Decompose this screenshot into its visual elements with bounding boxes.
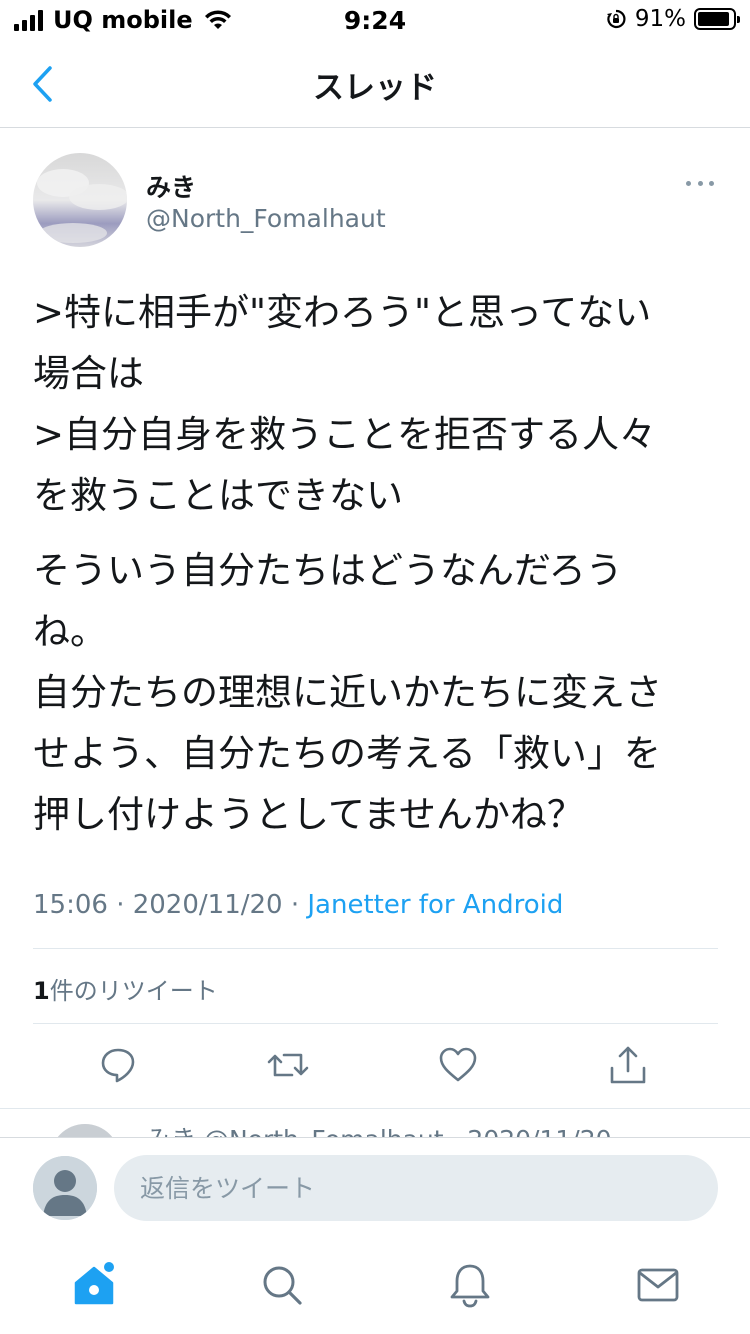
- tweet-line: 場合は: [33, 352, 144, 395]
- reply-input[interactable]: [114, 1155, 718, 1221]
- next-tweet-peek[interactable]: みき @North_Fomalhaut · 2020/11/20: [0, 1110, 750, 1138]
- retweet-button[interactable]: [266, 1043, 310, 1087]
- share-button[interactable]: [606, 1043, 650, 1087]
- tab-home[interactable]: [70, 1261, 118, 1309]
- avatar: [33, 1156, 97, 1220]
- avatar: [50, 1124, 120, 1138]
- home-icon: [74, 1262, 114, 1305]
- user-handle[interactable]: @North_Fomalhaut: [146, 204, 386, 233]
- navigation-bar: スレッド: [0, 42, 750, 128]
- tweet-line: せよう、自分たちの考える「救い」を: [33, 732, 661, 775]
- retweet-icon: [267, 1053, 309, 1077]
- tweet-line: >自分自身を救うことを拒否する人々: [33, 413, 657, 456]
- avatar-image: [33, 153, 127, 247]
- tweet-line: >特に相手が"変わろう"と思ってない: [33, 291, 652, 334]
- status-bar: UQ mobile 9:24 91%: [0, 0, 750, 42]
- heart-icon: [439, 1047, 477, 1082]
- messages-icon: [637, 1268, 679, 1302]
- tweet-line: ね。: [33, 610, 107, 653]
- status-right: 91%: [605, 6, 740, 32]
- avatar[interactable]: [33, 153, 127, 247]
- tweet-source-link[interactable]: Janetter for Android: [307, 890, 563, 920]
- more-options-icon[interactable]: [686, 176, 714, 190]
- next-tweet-header: みき @North_Fomalhaut · 2020/11/20: [146, 1120, 612, 1138]
- notifications-icon: [450, 1264, 490, 1308]
- tweet-actions: [0, 1043, 750, 1087]
- retweet-count[interactable]: 1件のリツイート: [33, 971, 218, 1006]
- tweet-text: >特に相手が"変わろう"と思ってない 場合は >自分自身を救うことを拒否する人々…: [33, 282, 723, 845]
- retweet-count-number: 1: [33, 977, 50, 1005]
- divider: [0, 1108, 750, 1109]
- battery-percentage: 91%: [634, 6, 686, 32]
- like-button[interactable]: [436, 1043, 480, 1087]
- tab-notifications[interactable]: [446, 1261, 494, 1309]
- share-icon: [610, 1046, 646, 1084]
- divider: [33, 1023, 718, 1024]
- tweet-line: そういう自分たちはどうなんだろう: [33, 549, 623, 592]
- tweet-timestamp: 15:06 · 2020/11/20 ·: [33, 890, 308, 920]
- search-icon: [263, 1266, 302, 1305]
- tweet-line: を救うことはできない: [33, 474, 403, 517]
- reply-button[interactable]: [96, 1043, 140, 1087]
- user-name[interactable]: みき: [146, 168, 196, 204]
- retweet-count-label: 件のリツイート: [49, 977, 218, 1005]
- tab-bar: [0, 1233, 750, 1334]
- tweet-line: 押し付けようとしてませんかね？: [33, 793, 584, 836]
- page-title: スレッド: [313, 70, 437, 106]
- tab-messages[interactable]: [634, 1261, 682, 1309]
- battery-fill: [698, 12, 729, 26]
- default-avatar-icon: [33, 1156, 97, 1220]
- divider: [33, 948, 718, 949]
- tab-search[interactable]: [258, 1261, 306, 1309]
- tweet-line: 自分たちの理想に近いかたちに変えさ: [33, 671, 662, 714]
- reply-composer: [0, 1137, 750, 1233]
- reply-icon: [101, 1048, 135, 1083]
- battery-icon: [694, 8, 740, 30]
- tweet-meta: 15:06 · 2020/11/20 · Janetter for Androi…: [33, 890, 563, 920]
- orientation-lock-icon: [606, 9, 626, 29]
